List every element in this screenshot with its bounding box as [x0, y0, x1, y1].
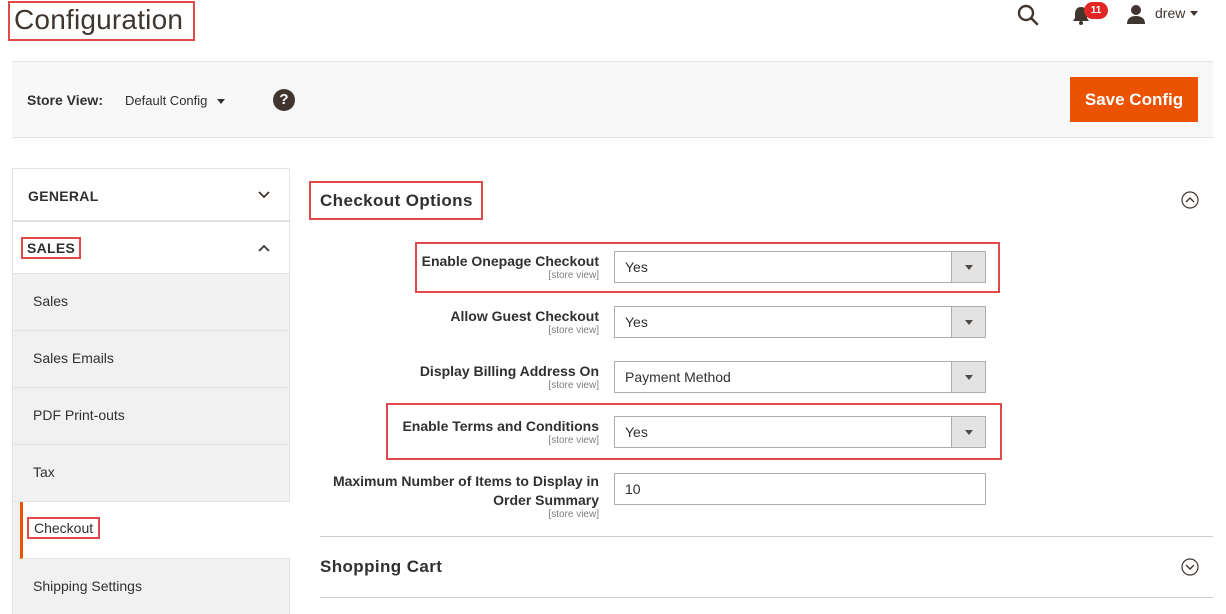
field-scope: [store view] [548, 325, 599, 336]
store-view-bar: Store View: Default Config ? Save Config [12, 61, 1213, 138]
sidebar-item-shipping-settings[interactable]: Shipping Settings [13, 559, 289, 614]
save-config-button[interactable]: Save Config [1070, 77, 1198, 122]
select-display-billing-address-on[interactable]: Payment Method [614, 361, 986, 393]
chevron-down-icon [951, 307, 985, 337]
field-scope: [store view] [548, 435, 599, 446]
field-scope: [store view] [548, 380, 599, 391]
search-icon[interactable] [1016, 3, 1040, 27]
sidebar-item-label: Checkout [26, 517, 101, 539]
select-value: Yes [625, 424, 648, 440]
sidebar-item-sales-emails[interactable]: Sales Emails [13, 331, 289, 388]
sidebar-item-label: Shipping Settings [33, 578, 142, 594]
select-value: Yes [625, 259, 648, 275]
store-view-label: Store View: [27, 92, 103, 108]
select-value: Payment Method [625, 369, 731, 385]
sidebar-item-label: Sales [33, 293, 69, 309]
chevron-down-icon[interactable] [1190, 11, 1198, 16]
section-title-checkout-options[interactable]: Checkout Options [309, 181, 483, 220]
select-allow-guest-checkout[interactable]: Yes [614, 306, 986, 338]
field-label-allow-guest-checkout: Allow Guest Checkout [450, 308, 599, 324]
sidebar-item-checkout[interactable]: Checkout [20, 502, 290, 559]
field-scope: [store view] [548, 509, 599, 520]
sidebar-item-label: Tax [33, 464, 55, 480]
section-divider [320, 536, 1213, 537]
sidebar-group-label: GENERAL [28, 188, 99, 204]
sidebar-item-sales[interactable]: Sales [13, 274, 289, 331]
help-icon[interactable]: ? [273, 89, 295, 111]
chevron-down-icon [951, 417, 985, 447]
section-title-text: Checkout Options [320, 191, 473, 210]
field-label-display-billing-address-on: Display Billing Address On [419, 363, 599, 379]
expand-icon[interactable] [1181, 558, 1199, 576]
user-icon[interactable] [1125, 3, 1147, 25]
chevron-down-icon [258, 191, 270, 199]
field-label-max-items-line2: Order Summary [493, 492, 599, 508]
user-name[interactable]: drew [1155, 5, 1185, 21]
field-label-enable-terms-and-conditions: Enable Terms and Conditions [402, 418, 599, 434]
sidebar-group-sales[interactable]: SALES [12, 221, 290, 274]
page-title: Configuration [8, 1, 195, 41]
chevron-down-icon[interactable] [217, 99, 225, 104]
store-view-switcher[interactable]: Default Config [125, 93, 207, 108]
field-label-max-items-line1: Maximum Number of Items to Display in [332, 473, 599, 489]
select-value: Yes [625, 314, 648, 330]
sidebar-group-label: SALES [20, 237, 82, 259]
sidebar-sales-items: Sales Sales Emails PDF Print-outs Tax Ch… [12, 274, 290, 614]
notification-badge[interactable]: 11 [1084, 2, 1108, 19]
sidebar-item-pdf-print-outs[interactable]: PDF Print-outs [13, 388, 289, 445]
chevron-up-icon [258, 244, 270, 252]
section-divider [320, 597, 1213, 598]
page-title-text: Configuration [14, 4, 184, 35]
select-enable-onepage-checkout[interactable]: Yes [614, 251, 986, 283]
sidebar-item-tax[interactable]: Tax [13, 445, 289, 502]
field-label-enable-onepage-checkout: Enable Onepage Checkout [421, 253, 599, 269]
sidebar-item-label: PDF Print-outs [33, 407, 125, 423]
sidebar-item-label: Sales Emails [33, 350, 114, 366]
chevron-down-icon [951, 252, 985, 282]
select-enable-terms-and-conditions[interactable]: Yes [614, 416, 986, 448]
field-scope: [store view] [548, 270, 599, 281]
config-sidebar: GENERAL SALES Sales Sales Emails PDF Pri… [12, 168, 290, 614]
section-title-shopping-cart[interactable]: Shopping Cart [320, 557, 442, 577]
chevron-down-icon [951, 362, 985, 392]
sidebar-group-general[interactable]: GENERAL [12, 168, 290, 221]
collapse-icon[interactable] [1181, 191, 1199, 209]
max-items-input[interactable] [614, 473, 986, 505]
